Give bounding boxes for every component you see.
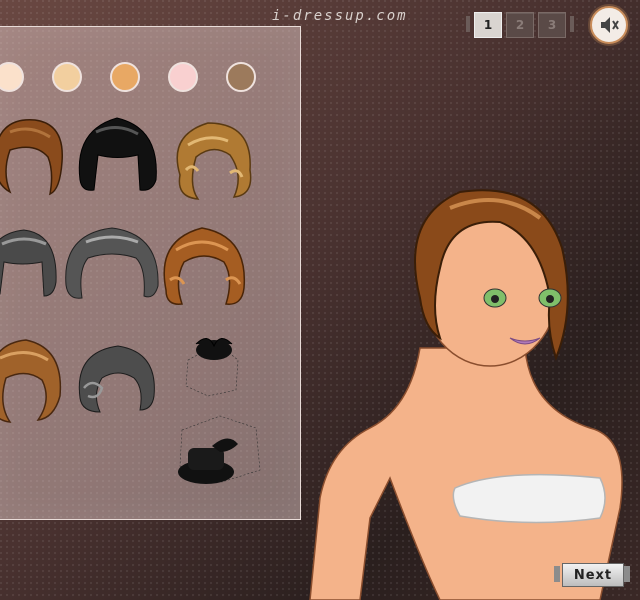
skin-tone-swatch-3[interactable] [110, 62, 140, 92]
page-selector-edge-left [466, 16, 470, 32]
speaker-mute-icon [601, 17, 619, 33]
hair-gray-wavy[interactable] [62, 220, 162, 302]
skin-tone-swatch-2[interactable] [52, 62, 82, 92]
hair-gray-curl[interactable] [74, 338, 160, 416]
next-button-cap-left [554, 566, 560, 582]
hair-auburn-side[interactable] [0, 334, 68, 426]
page-selector: 1 2 3 [466, 12, 574, 38]
skin-tone-swatch-5[interactable] [226, 62, 256, 92]
page-button-2[interactable]: 2 [506, 12, 534, 38]
page-selector-edge-right [570, 16, 574, 32]
hair-auburn-flip[interactable] [0, 112, 70, 202]
doll-model [309, 189, 623, 600]
next-button-label: Next [562, 563, 624, 587]
hair-golden-curls[interactable] [168, 115, 258, 203]
site-logo: i-dressup.com [272, 8, 408, 24]
hair-black-bob-bangs[interactable] [72, 110, 162, 195]
hair-gray-bob-bangs[interactable] [0, 222, 61, 302]
next-button[interactable]: Next [554, 563, 630, 587]
next-button-cap-right [624, 566, 630, 582]
black-veil-pillbox-hat[interactable] [172, 410, 268, 492]
page-button-1[interactable]: 1 [474, 12, 502, 38]
hair-copper-rolls[interactable] [156, 220, 252, 308]
black-fascinator-hat[interactable] [178, 330, 250, 400]
sound-toggle-button[interactable] [590, 6, 628, 44]
skin-tone-swatch-4[interactable] [168, 62, 198, 92]
page-button-3[interactable]: 3 [538, 12, 566, 38]
